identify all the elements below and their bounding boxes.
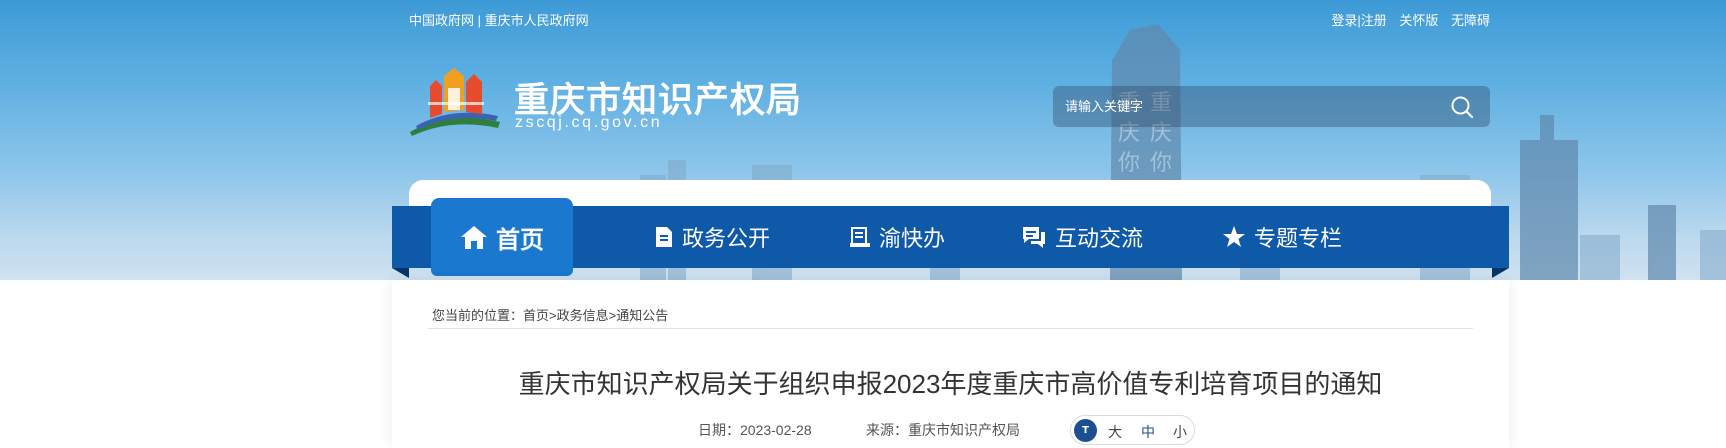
nav-item-government-affairs[interactable]: 政务公开	[632, 206, 792, 268]
font-size-small[interactable]: 小	[1173, 422, 1187, 442]
date-value: 2023-02-28	[740, 422, 812, 438]
source-value: 重庆市知识产权局	[908, 422, 1020, 438]
document-icon	[655, 227, 672, 247]
source-label: 来源：	[866, 422, 908, 438]
accessibility-link[interactable]: 无障碍	[1451, 13, 1490, 28]
site-logo[interactable]	[408, 66, 504, 138]
chat-icon	[1022, 227, 1045, 248]
nav-item-yukuaiban[interactable]: 渝快办	[822, 206, 972, 268]
nav-item-home[interactable]: 首页	[431, 198, 573, 276]
breadcrumb-separator: >	[549, 308, 557, 323]
date-label: 日期：	[698, 422, 740, 438]
care-mode-link[interactable]: 关怀版	[1399, 13, 1438, 28]
breadcrumb-divider	[428, 328, 1473, 329]
font-size-switcher: T 大 中 小	[1070, 415, 1195, 445]
article-date: 日期：2023-02-28	[698, 420, 812, 440]
breadcrumb-home[interactable]: 首页	[523, 308, 549, 323]
search-input[interactable]	[1065, 94, 1425, 119]
login-register-link[interactable]: 登录|注册	[1331, 13, 1386, 28]
link-separator: |	[477, 13, 482, 28]
top-links-left: 中国政府网 | 重庆市人民政府网	[409, 10, 589, 29]
breadcrumb-government-info[interactable]: 政务信息	[557, 308, 609, 323]
nav-fold-right	[1492, 268, 1509, 278]
nav-item-special-topics[interactable]: 专题专栏	[1192, 206, 1372, 268]
site-domain: zscqj.cq.gov.cn	[515, 114, 663, 131]
nav-label: 渝快办	[878, 226, 945, 251]
nav-item-interaction[interactable]: 互动交流	[992, 206, 1172, 268]
breadcrumb-prefix: 您当前的位置：	[432, 308, 524, 323]
svg-text:你: 你	[1150, 150, 1172, 175]
svg-text:你: 你	[1118, 150, 1140, 175]
article-container: 您当前的位置：首页>政务信息>通知公告 重庆市知识产权局关于组织申报2023年度…	[392, 280, 1509, 448]
font-size-medium[interactable]: 中	[1141, 422, 1155, 442]
breadcrumb-notices[interactable]: 通知公告	[616, 308, 668, 323]
nav-label: 互动交流	[1054, 226, 1143, 251]
breadcrumb: 您当前的位置：首页>政务信息>通知公告	[432, 305, 668, 324]
clipboard-icon	[849, 227, 870, 247]
font-size-icon: T	[1074, 419, 1097, 442]
nav-label: 首页	[496, 226, 544, 254]
search-icon[interactable]	[1450, 95, 1474, 119]
search-box	[1053, 86, 1490, 127]
top-links-right: 登录|注册 关怀版 无障碍	[1331, 10, 1490, 29]
star-icon	[1222, 226, 1245, 247]
font-size-large[interactable]: 大	[1108, 422, 1122, 442]
nav-fold-left	[392, 268, 409, 278]
main-nav: 首页 政务公开 渝快办 互动交流 专题专栏	[392, 198, 1509, 276]
gov-cn-link[interactable]: 中国政府网	[409, 13, 474, 28]
home-icon	[461, 226, 487, 249]
nav-label: 政务公开	[681, 226, 770, 251]
article-source: 来源：重庆市知识产权局	[866, 420, 1020, 440]
cq-gov-link[interactable]: 重庆市人民政府网	[485, 13, 589, 28]
article-title: 重庆市知识产权局关于组织申报2023年度重庆市高价值专利培育项目的通知	[518, 369, 1383, 399]
nav-label: 专题专栏	[1253, 226, 1342, 251]
